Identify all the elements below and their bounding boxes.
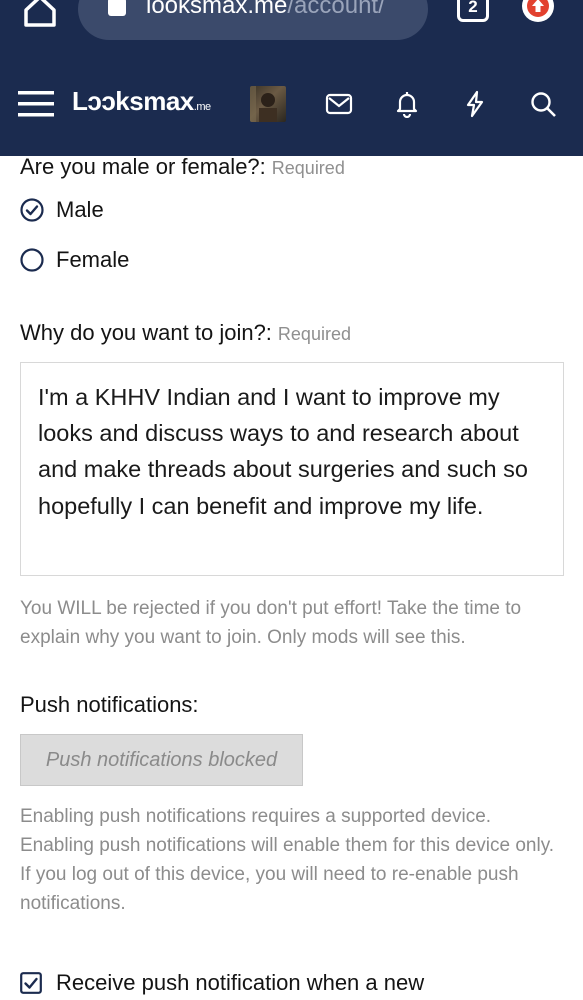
push-blocked-button[interactable]: Push notifications blocked	[20, 734, 303, 786]
url-text[interactable]: looksmax.me/account/	[146, 0, 385, 20]
browser-toolbar: looksmax.me/account/ 2	[0, 0, 583, 56]
avatar-image	[250, 86, 277, 122]
push-label: Push notifications:	[20, 692, 199, 717]
tab-switcher-button[interactable]: 2	[457, 0, 489, 22]
bell-icon[interactable]	[393, 90, 421, 118]
logo-suffix: .me	[193, 101, 211, 113]
logo-main: Lɔɔksmax	[72, 86, 194, 116]
gender-label-text: Are you male or female?:	[20, 154, 266, 179]
push-hint: Enabling push notifications requires a s…	[20, 806, 555, 914]
search-icon[interactable]	[529, 90, 557, 118]
radio-female[interactable]: Female	[20, 247, 129, 273]
site-header: Lɔɔksmax.me	[0, 56, 583, 156]
join-label: Why do you want to join?: Required	[20, 320, 351, 346]
menu-icon[interactable]	[18, 88, 54, 120]
radio-female-label: Female	[56, 247, 130, 272]
push-checkbox-row[interactable]: Receive push notification when a new	[20, 970, 424, 996]
join-label-text: Why do you want to join?:	[20, 320, 272, 345]
site-logo[interactable]: Lɔɔksmax.me	[72, 86, 211, 117]
radio-male[interactable]: Male	[20, 197, 104, 223]
join-hint: You WILL be rejected if you don't put ef…	[20, 598, 522, 648]
url-domain: looksmax.me	[146, 0, 288, 19]
home-icon[interactable]	[22, 0, 58, 28]
inbox-icon[interactable]	[325, 90, 353, 118]
radio-male-label: Male	[56, 197, 104, 222]
join-required-note: Required	[277, 324, 351, 344]
radio-checked-icon	[20, 198, 44, 222]
gender-label: Are you male or female?: Required	[20, 154, 345, 180]
gender-required-note: Required	[271, 158, 345, 178]
url-path: /account/	[287, 0, 385, 19]
checkbox-checked-icon[interactable]	[20, 972, 42, 994]
avatar[interactable]	[250, 86, 286, 122]
lock-icon	[108, 0, 126, 16]
radio-unchecked-icon	[20, 248, 44, 272]
join-reason-textarea[interactable]: I'm a KHHV Indian and I want to improve …	[20, 362, 564, 576]
lightning-icon[interactable]	[461, 90, 489, 118]
browser-update-button[interactable]	[522, 0, 554, 22]
push-checkbox-label: Receive push notification when a new	[56, 970, 425, 995]
arrow-up-icon	[527, 0, 549, 17]
